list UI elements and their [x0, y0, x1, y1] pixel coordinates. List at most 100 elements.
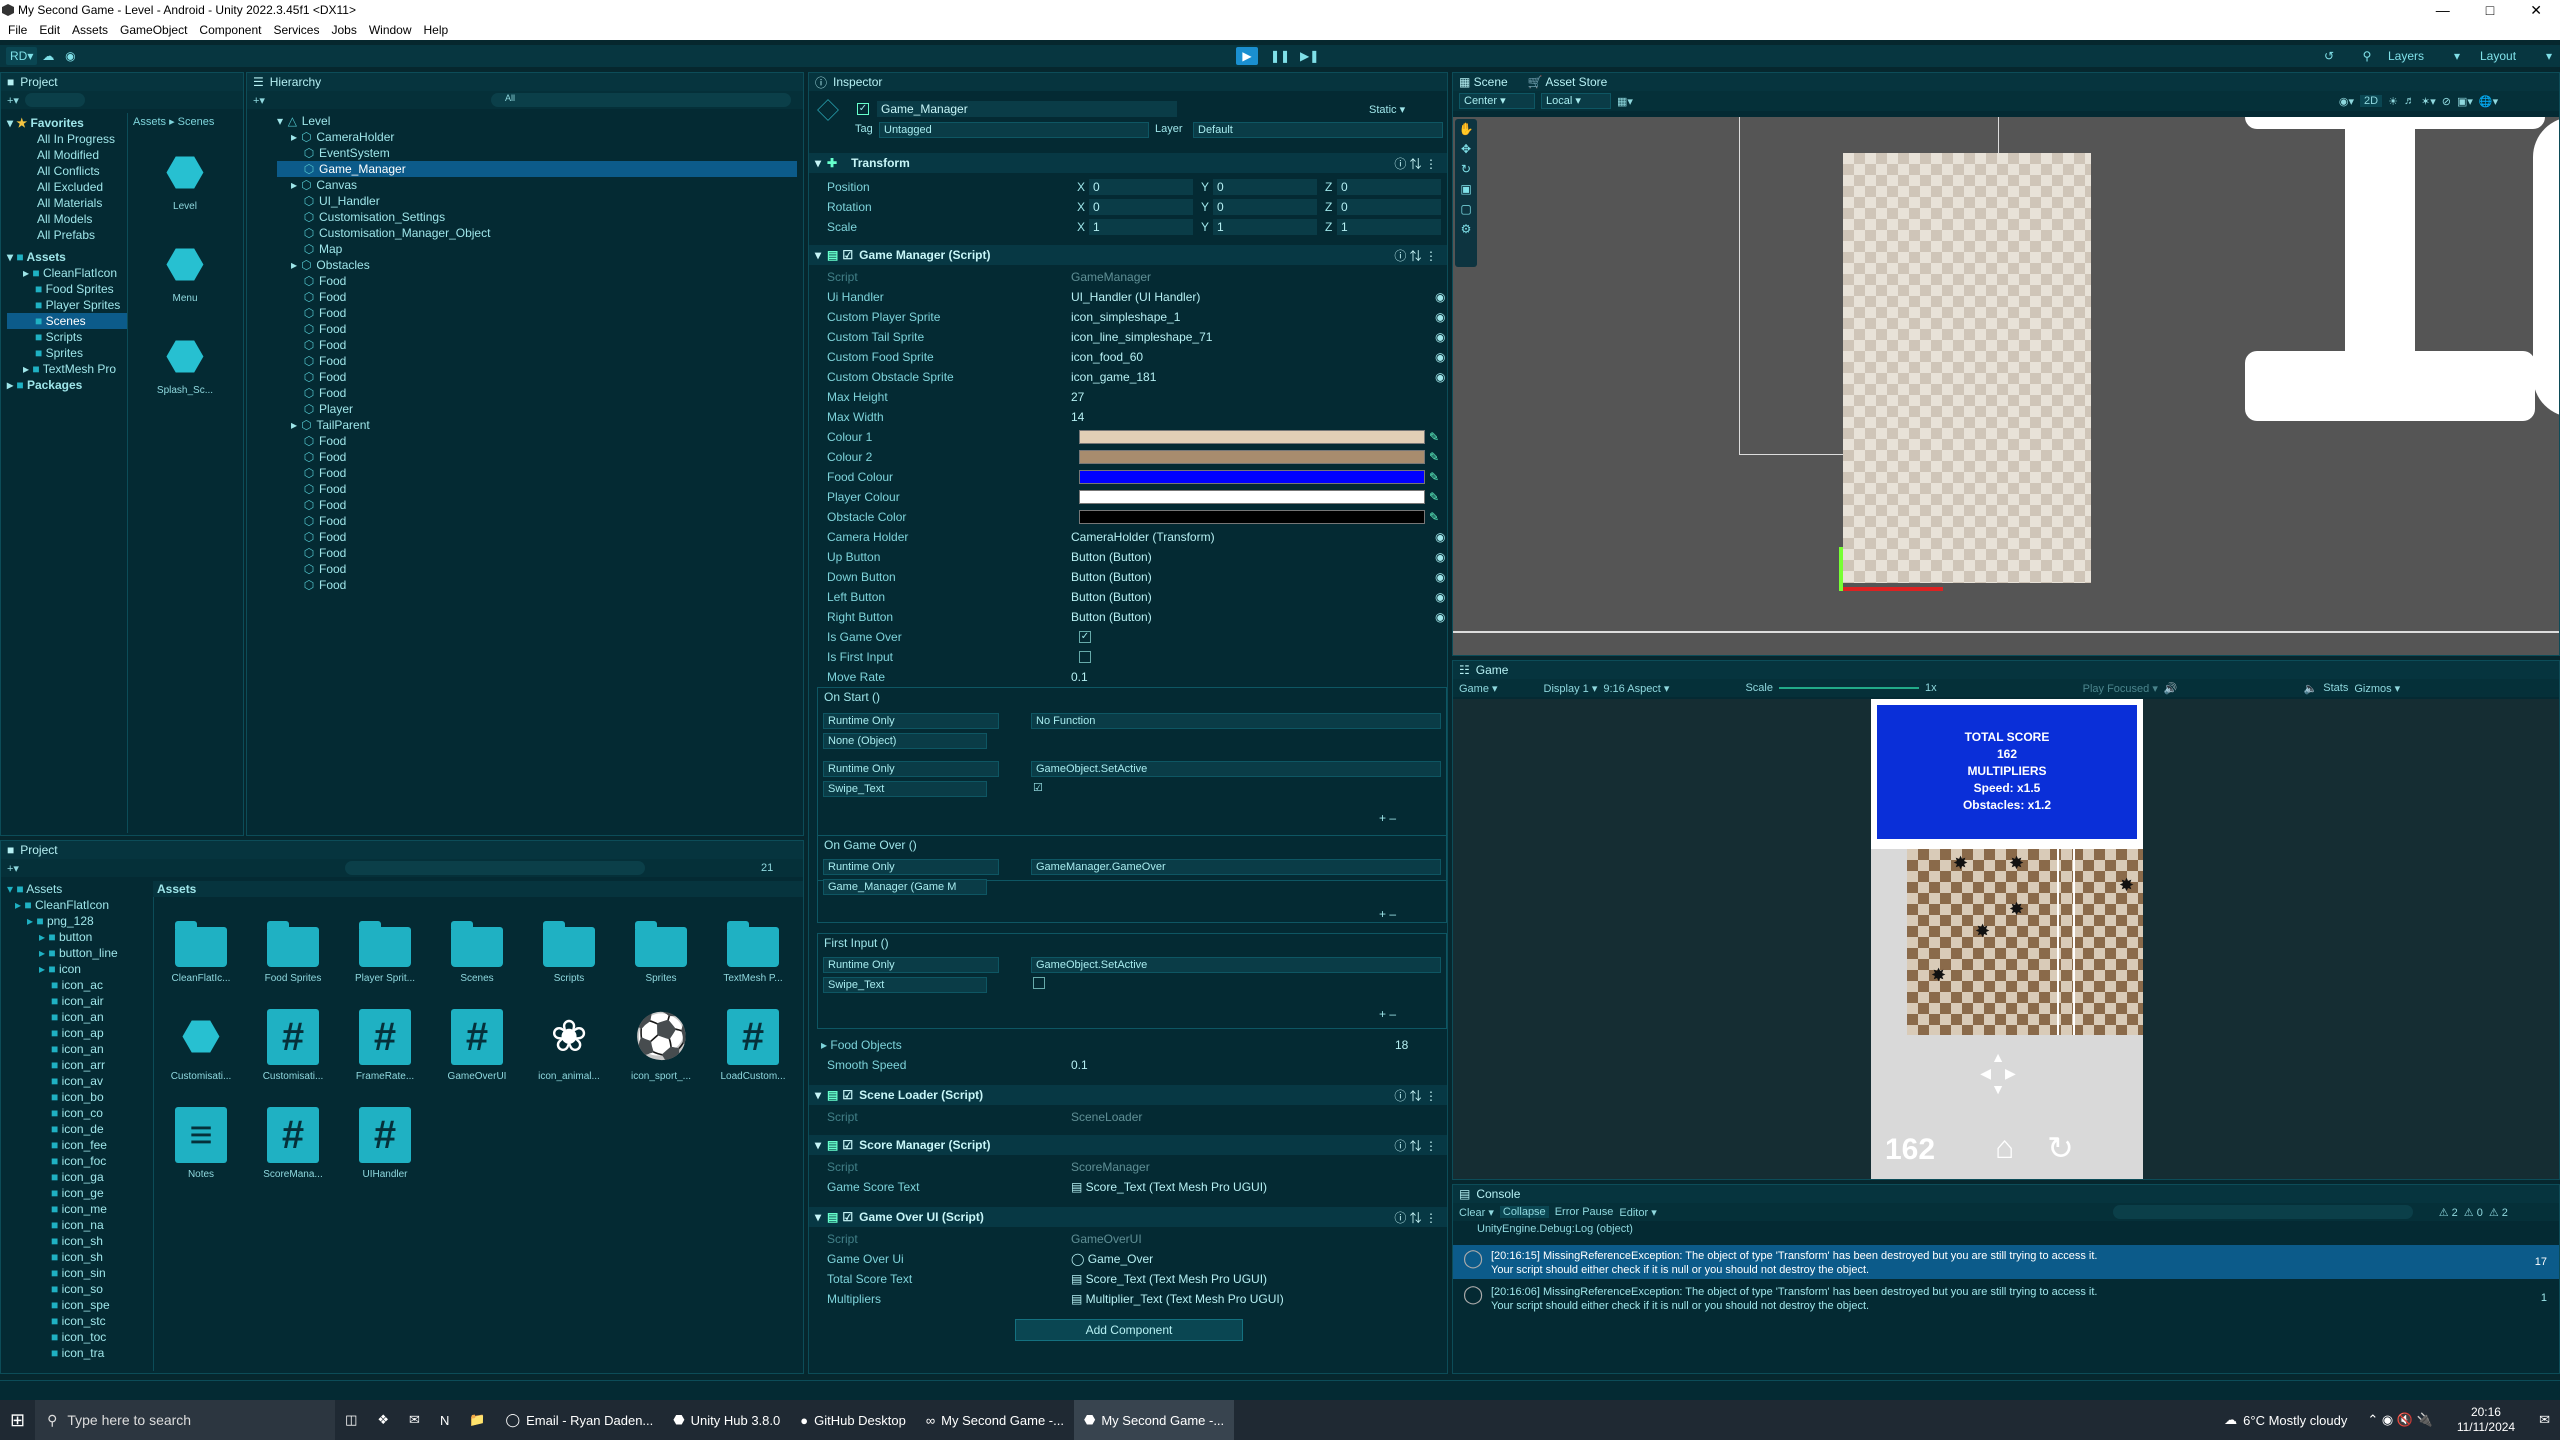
asset-item[interactable]: # LoadCustom...: [713, 1009, 793, 1082]
effects-icon[interactable]: ✶▾: [2421, 95, 2436, 108]
scale-slider[interactable]: [1778, 687, 1919, 689]
foldout-icon[interactable]: [291, 146, 303, 160]
tree-folder-item[interactable]: ▸ ■ png_128: [7, 913, 147, 929]
add-icon[interactable]: +▾: [7, 94, 19, 107]
hierarchy-item[interactable]: ⬡ Food: [277, 337, 797, 353]
hierarchy-item[interactable]: ⬡ Food: [277, 545, 797, 561]
foldout-icon[interactable]: [291, 370, 303, 384]
project-tab[interactable]: ■ Project: [1, 73, 243, 91]
hierarchy-root[interactable]: ▾ △ Level: [277, 113, 797, 129]
gm-field-row[interactable]: Right Button Button (Button) ◉: [809, 607, 1445, 627]
asset-folder-item[interactable]: ▸ ■ TextMesh Pro: [7, 361, 127, 377]
color-swatch[interactable]: [1079, 490, 1425, 504]
console-search[interactable]: [2112, 1205, 2413, 1219]
scene-tab[interactable]: ▦ Scene: [1459, 75, 1508, 89]
tree-assets-root[interactable]: ▾ ■ Assets: [7, 881, 147, 897]
foldout-icon[interactable]: ▸: [291, 130, 300, 144]
tree-folder-item[interactable]: ■ icon_av: [7, 1073, 147, 1089]
tree-folder-item[interactable]: ■ icon_ga: [7, 1169, 147, 1185]
console-tab[interactable]: ▤ Console: [1453, 1185, 2559, 1203]
foldout-icon[interactable]: [291, 466, 303, 480]
axis-value-field[interactable]: 0: [1337, 179, 1441, 195]
score-manager-header[interactable]: ▾ ▤ ☑ Score Manager (Script) ⓘ ⇅ ⋮: [809, 1135, 1447, 1155]
collab-icon[interactable]: ◉: [59, 47, 81, 65]
component-menu-icons[interactable]: ⓘ ⇅ ⋮: [1394, 247, 1437, 264]
add-icon[interactable]: +▾: [7, 862, 19, 875]
tree-folder-item[interactable]: ■ icon_fee: [7, 1137, 147, 1153]
foldout-icon[interactable]: [291, 514, 303, 528]
eyedropper-icon[interactable]: ✎: [1429, 510, 1439, 524]
foldout-icon[interactable]: [291, 274, 303, 288]
object-picker-icon[interactable]: ◉: [1435, 370, 1445, 384]
eyedropper-icon[interactable]: ✎: [1429, 470, 1439, 484]
is-game-over-row[interactable]: Is Game Over ✓: [809, 627, 1429, 647]
aspect-dropdown[interactable]: 9:16 Aspect ▾: [1603, 682, 1669, 695]
close-icon[interactable]: ✕: [2530, 2, 2542, 19]
hierarchy-item[interactable]: ⬡ Map: [277, 241, 797, 257]
foldout-icon[interactable]: [291, 562, 303, 576]
menu-gameobject[interactable]: GameObject: [120, 23, 187, 37]
enabled-checkbox[interactable]: ☑: [842, 248, 853, 262]
hierarchy-item[interactable]: ⬡ Food: [277, 577, 797, 593]
eyedropper-icon[interactable]: ✎: [1429, 450, 1439, 464]
transform-rotation-row[interactable]: Rotation X 0 Y 0 Z 0: [809, 197, 1441, 217]
foldout-icon[interactable]: [291, 210, 303, 224]
toggle-2d-button[interactable]: 2D: [2360, 95, 2383, 107]
tree-folder-item[interactable]: ■ icon_foc: [7, 1153, 147, 1169]
foldout-icon[interactable]: [291, 322, 303, 336]
foldout-icon[interactable]: [291, 546, 303, 560]
asset-folder-item[interactable]: ▸ ■ CleanFlatIcon: [7, 265, 127, 281]
object-picker-icon[interactable]: ◉: [1435, 350, 1445, 364]
tree-folder-item[interactable]: ■ icon_na: [7, 1217, 147, 1233]
gm-field-row[interactable]: Ui Handler UI_Handler (UI Handler) ◉: [809, 287, 1445, 307]
tree-folder-item[interactable]: ▸ ■ button: [7, 929, 147, 945]
hierarchy-item[interactable]: ⬡ Food: [277, 305, 797, 321]
function-dropdown[interactable]: No Function: [1031, 713, 1441, 729]
component-menu-icons[interactable]: ⓘ ⇅ ⋮: [1394, 155, 1437, 172]
tree-folder-item[interactable]: ■ icon_de: [7, 1121, 147, 1137]
assets-header[interactable]: ▾ ■ Assets: [7, 249, 127, 265]
info-count[interactable]: ⚠ 0: [2464, 1206, 2483, 1219]
tree-folder-item[interactable]: ■ icon_bo: [7, 1089, 147, 1105]
cloud-icon[interactable]: ☁: [37, 47, 59, 65]
menu-component[interactable]: Component: [199, 23, 261, 37]
hierarchy-item[interactable]: ▸ ⬡ Canvas: [277, 177, 797, 193]
static-toggle[interactable]: Static ▾: [1369, 103, 1405, 116]
hierarchy-item[interactable]: ⬡ Food: [277, 321, 797, 337]
hierarchy-item[interactable]: ▸ ⬡ CameraHolder: [277, 129, 797, 145]
runtime-dropdown[interactable]: Runtime Only: [823, 713, 999, 729]
hierarchy-tab[interactable]: ☰ Hierarchy: [247, 73, 803, 91]
asset-item[interactable]: Food Sprites: [253, 911, 333, 984]
stats-button[interactable]: Stats: [2323, 682, 2348, 694]
step-button[interactable]: ▶❚: [1296, 47, 1323, 65]
is-first-input-row[interactable]: Is First Input: [809, 647, 1429, 667]
bool-checkbox[interactable]: [1079, 651, 1091, 663]
history-icon[interactable]: ↺: [2318, 47, 2340, 65]
gm-field-row[interactable]: Custom Tail Sprite icon_line_simpleshape_…: [809, 327, 1445, 347]
gm-color-row[interactable]: Obstacle Color ✎: [809, 507, 1439, 527]
collapse-button[interactable]: Collapse: [1499, 1206, 1549, 1218]
menu-jobs[interactable]: Jobs: [331, 23, 356, 37]
axis-value-field[interactable]: 1: [1089, 219, 1193, 235]
taskbar-app-github[interactable]: ● GitHub Desktop: [790, 1400, 916, 1440]
transform-header[interactable]: ▾ ✚ Transform ⓘ ⇅ ⋮: [809, 153, 1447, 173]
favorite-item[interactable]: All Materials: [7, 195, 127, 211]
favorite-item[interactable]: All In Progress: [7, 131, 127, 147]
hierarchy-item[interactable]: ⬡ Food: [277, 385, 797, 401]
runtime-dropdown[interactable]: Runtime Only: [823, 859, 999, 875]
axis-value-field[interactable]: 0: [1213, 199, 1317, 215]
favorite-item[interactable]: All Excluded: [7, 179, 127, 195]
hierarchy-item-selected[interactable]: ⬡ Game_Manager: [277, 161, 797, 177]
gm-field-row[interactable]: Max Width 14: [809, 407, 1429, 427]
tool-icons[interactable]: ✋ ✥ ↻ ▣ ▢ ⚙: [1455, 119, 1477, 239]
bool-checkbox[interactable]: ☑: [1033, 781, 1043, 794]
foldout-icon[interactable]: [291, 530, 303, 544]
error-count[interactable]: ⚠ 2: [2489, 1206, 2508, 1219]
color-swatch[interactable]: [1079, 430, 1425, 444]
component-menu-icons[interactable]: ⓘ ⇅ ⋮: [1394, 1209, 1437, 1226]
layout-dropdown[interactable]: Layout ▾: [2476, 47, 2556, 65]
food-objects-row[interactable]: ▸ Food Objects 18: [809, 1035, 1429, 1055]
project-search[interactable]: [24, 93, 85, 107]
game-over-ui-row[interactable]: Game Over Ui ◯ Game_Over: [809, 1249, 1429, 1269]
runtime-dropdown[interactable]: Runtime Only: [823, 761, 999, 777]
